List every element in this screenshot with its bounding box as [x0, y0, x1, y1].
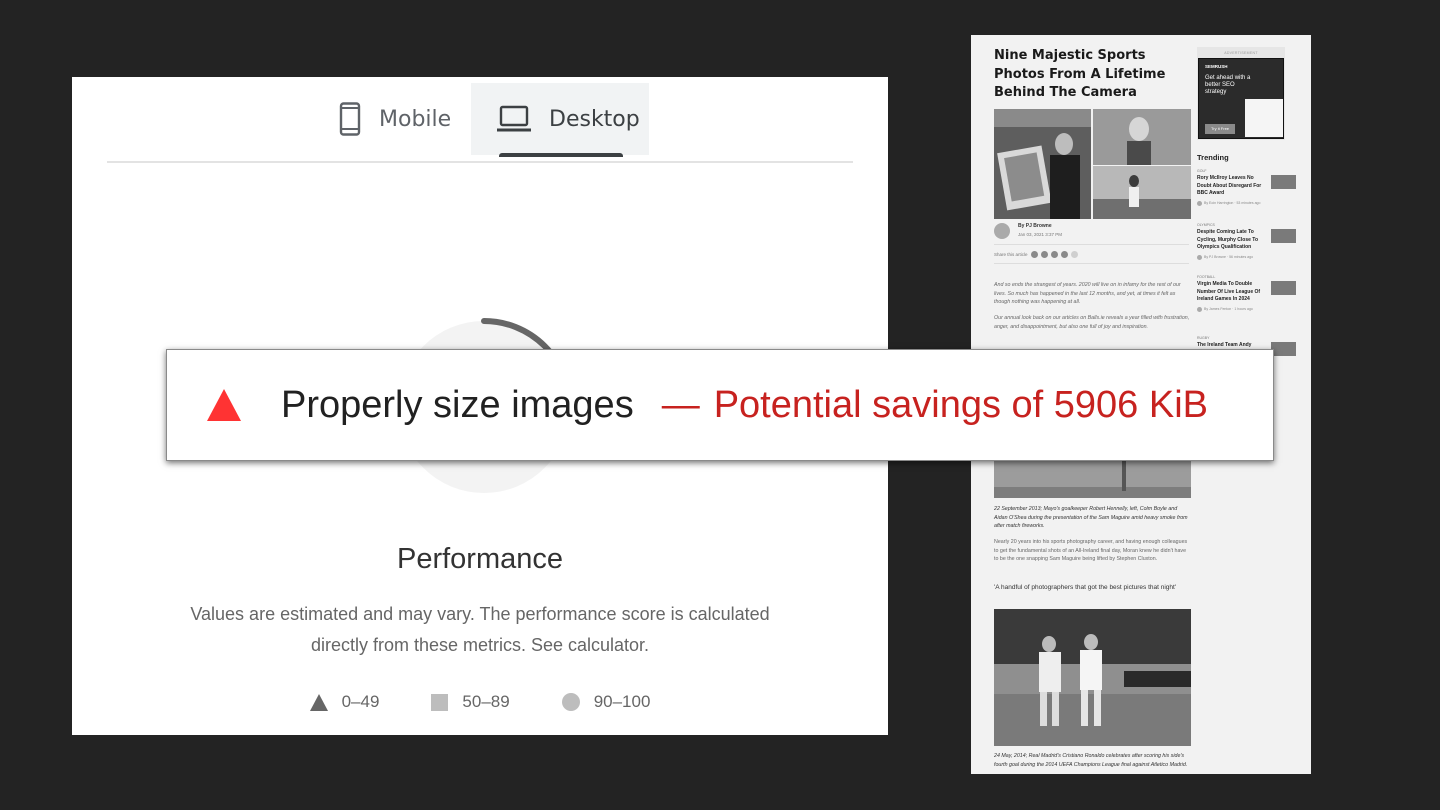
trending-item[interactable]: GOLF Rory McIlroy Leaves No Doubt About …: [1197, 169, 1297, 206]
intro-paragraph: Our annual look back on our articles on …: [994, 315, 1190, 330]
email-icon[interactable]: [1060, 251, 1068, 258]
tab-mobile-label: Mobile: [379, 106, 452, 132]
author-name[interactable]: By PJ Browne: [1018, 223, 1052, 229]
mobile-phone-icon: [339, 102, 361, 136]
legend-range-pass: 90–100: [593, 692, 651, 711]
article-hero-image[interactable]: [994, 109, 1191, 219]
article-title[interactable]: Nine Majestic Sports Photos From A Lifet…: [994, 47, 1184, 103]
trending-thumbnail[interactable]: [1271, 229, 1296, 243]
trending-meta: By PJ Browne · 56 minutes ago: [1197, 254, 1297, 260]
performance-description: Values are estimated and may vary. The p…: [190, 604, 770, 655]
potential-savings: Potential savings of 5906 KiB: [713, 383, 1209, 426]
article-image-ronaldo[interactable]: [994, 609, 1191, 746]
facebook-icon[interactable]: [1030, 251, 1038, 258]
trending-meta-text: By Eoin Harrington · 53 minutes ago: [1204, 201, 1261, 205]
trending-thumbnail[interactable]: [1271, 175, 1296, 189]
legend-range-fail: 0–49: [341, 692, 380, 711]
article-image-smoke[interactable]: [994, 461, 1191, 498]
avatar: [1197, 306, 1202, 312]
device-tabs: Mobile Desktop: [107, 77, 853, 163]
tab-desktop-label: Desktop: [549, 106, 640, 132]
trending-category: FOOTBALL: [1197, 275, 1216, 279]
score-legend: 0–49 50–89 90–100: [72, 692, 888, 712]
divider: [994, 244, 1189, 245]
trending-category: GOLF: [1197, 169, 1207, 173]
author-avatar: [994, 223, 1010, 239]
link-icon[interactable]: [1070, 251, 1078, 258]
image-caption: 22 September 2013; Mayo's goalkeeper Rob…: [994, 506, 1188, 529]
tab-selected-indicator: [499, 153, 623, 157]
article-intro: And so ends the strangest of years. 2020…: [994, 281, 1190, 339]
square-icon: [431, 693, 449, 711]
twitter-icon[interactable]: [1040, 251, 1048, 258]
tab-mobile[interactable]: Mobile: [339, 83, 451, 155]
avatar: [1197, 200, 1202, 206]
trending-item[interactable]: RUGBY The Ireland Team Andy: [1197, 336, 1297, 356]
ad-illustration: [1245, 99, 1283, 137]
share-label: Share this article: [994, 252, 1028, 257]
publish-date: Jan 03, 2021 3:37 PM: [1018, 232, 1063, 237]
legend-item-fail: 0–49: [309, 692, 380, 712]
trending-title[interactable]: Despite Coming Late To Cycling, Murphy C…: [1197, 229, 1267, 252]
trending-title[interactable]: Rory McIlroy Leaves No Doubt About Disre…: [1197, 175, 1267, 198]
trending-thumbnail[interactable]: [1271, 281, 1296, 295]
trending-item[interactable]: FOOTBALL Virgin Media To Double Number O…: [1197, 275, 1297, 312]
article-paragraph: Nearly 20 years into his sports photogra…: [994, 539, 1188, 562]
article-subheading: 'A handful of photographers that got the…: [994, 584, 1177, 591]
circle-icon: [561, 693, 580, 711]
trending-meta-text: By PJ Browne · 56 minutes ago: [1204, 255, 1254, 259]
performance-title: Performance: [396, 543, 563, 575]
trending-meta-text: By James Fenton · 1 hours ago: [1204, 307, 1253, 311]
trending-meta: By James Fenton · 1 hours ago: [1197, 306, 1297, 312]
advertisement[interactable]: ADVERTISEMENT SEMRUSH Get ahead with a b…: [1197, 47, 1285, 140]
trending-category: OLYMPICS: [1197, 223, 1215, 227]
tab-desktop[interactable]: Desktop: [471, 83, 649, 157]
audit-title: Properly size images: [281, 383, 634, 426]
laptop-icon: [497, 105, 531, 132]
audit-callout: Properly size images — Potential savings…: [166, 349, 1274, 461]
trending-meta: By Eoin Harrington · 53 minutes ago: [1197, 200, 1297, 206]
trending-category: RUGBY: [1197, 336, 1210, 340]
ad-label: ADVERTISEMENT: [1224, 51, 1258, 55]
intro-paragraph: And so ends the strangest of years. 2020…: [994, 282, 1181, 306]
trending-title[interactable]: Virgin Media To Double Number Of Live Le…: [1197, 281, 1267, 304]
warning-triangle-icon: [207, 389, 241, 421]
linkedin-icon[interactable]: [1050, 251, 1058, 258]
ad-brand: SEMRUSH: [1205, 64, 1228, 69]
legend-item-pass: 90–100: [561, 692, 651, 712]
divider: [994, 263, 1189, 264]
ad-banner[interactable]: SEMRUSH Get ahead with a better SEO stra…: [1198, 58, 1284, 139]
ad-headline: Get ahead with a better SEO strategy: [1205, 75, 1251, 95]
article-byline: By PJ Browne Jan 03, 2021 3:37 PM: [994, 223, 1184, 243]
ad-cta-button[interactable]: Try it Free: [1205, 124, 1235, 134]
triangle-icon: [309, 693, 328, 711]
audit-separator: —: [661, 383, 700, 426]
legend-item-average: 50–89: [431, 692, 510, 712]
image-caption: 24 May, 2014; Real Madrid's Cristiano Ro…: [994, 753, 1188, 768]
trending-item[interactable]: OLYMPICS Despite Coming Late To Cycling,…: [1197, 223, 1297, 260]
share-bar: Share this article: [994, 251, 1078, 258]
trending-heading: Trending: [1197, 153, 1229, 162]
trending-thumbnail[interactable]: [1271, 342, 1296, 356]
legend-range-average: 50–89: [462, 692, 510, 711]
avatar: [1197, 254, 1202, 260]
